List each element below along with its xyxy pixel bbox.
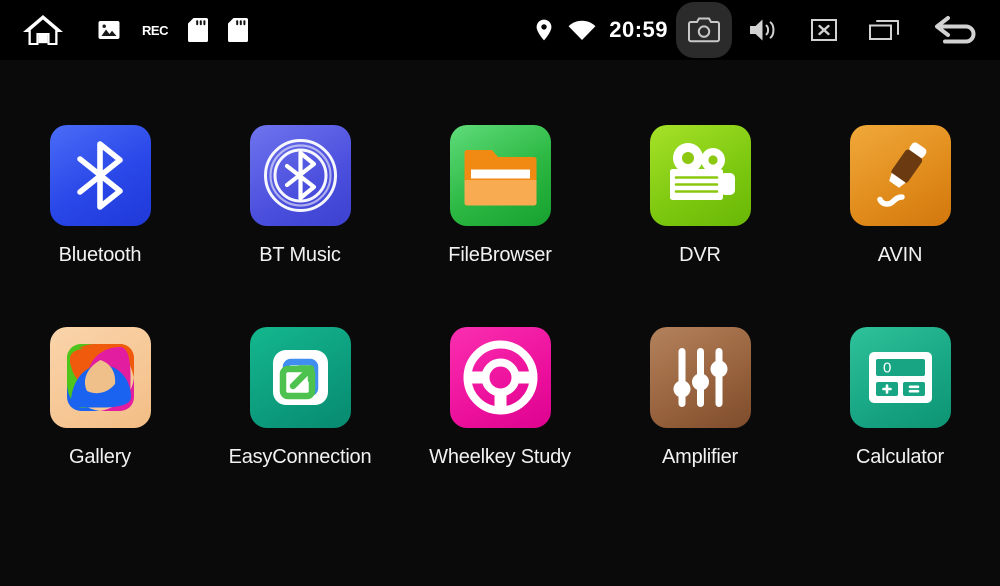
app-label-bluetooth: Bluetooth [58, 244, 142, 266]
app-label-filebrowser: FileBrowser [448, 244, 552, 266]
app-label-calculator: Calculator [855, 446, 945, 468]
status-bar-left-group: REC [0, 0, 258, 60]
gallery-tile[interactable] [49, 327, 151, 428]
recent-apps-icon [869, 20, 899, 40]
location-pin-icon [527, 0, 561, 60]
app-grid: Bluetooth BT Music FileBrowser DVR AVIN … [0, 60, 1000, 586]
app-label-avin: AVIN [877, 244, 923, 266]
wheelkey-tile[interactable] [449, 327, 551, 428]
calculator-icon: 0 [868, 352, 932, 403]
app-item-btmusic[interactable]: BT Music [200, 125, 400, 267]
bt-music-icon [263, 139, 337, 212]
video-camera-icon [669, 143, 735, 200]
avin-tile[interactable] [849, 125, 951, 226]
app-label-dvr: DVR [679, 244, 721, 266]
volume-icon [750, 19, 775, 41]
bluetooth-icon [76, 141, 123, 210]
camera-icon [688, 17, 720, 43]
app-item-avin[interactable]: AVIN [800, 125, 1000, 267]
bt-music-tile[interactable] [249, 125, 351, 226]
dvr-tile[interactable] [649, 125, 751, 226]
app-label-easyconnection: EasyConnection [228, 446, 372, 468]
status-bar: REC 20:59 [0, 0, 1000, 60]
sd-card-2-icon[interactable] [218, 0, 258, 60]
app-item-dvr[interactable]: DVR [600, 125, 800, 267]
rec-label: REC [142, 22, 168, 38]
app-label-gallery: Gallery [69, 446, 131, 468]
rec-icon[interactable]: REC [132, 0, 178, 60]
app-row: Gallery EasyConnection Wheelkey Study Am… [0, 267, 1000, 469]
amplifier-tile[interactable] [649, 327, 751, 428]
back-button[interactable] [914, 0, 1000, 60]
app-item-amplifier[interactable]: Amplifier [600, 327, 800, 469]
screen-share-icon [272, 350, 328, 405]
av-plug-icon [876, 142, 926, 207]
folder-icon [464, 150, 536, 206]
calculator-display: 0 [883, 360, 891, 377]
bluetooth-tile[interactable] [49, 125, 151, 226]
app-label-amplifier: Amplifier [662, 446, 738, 468]
app-item-wheelkey[interactable]: Wheelkey Study [400, 327, 600, 469]
close-button[interactable] [794, 0, 854, 60]
wifi-icon [561, 0, 603, 60]
app-row: Bluetooth BT Music FileBrowser DVR AVIN [0, 60, 1000, 267]
app-item-calculator[interactable]: 0 Calculator [800, 327, 1000, 469]
steering-wheel-icon [463, 340, 537, 415]
app-item-gallery[interactable]: Gallery [0, 327, 200, 469]
volume-button[interactable] [734, 0, 794, 60]
gallery-pinwheel-icon [66, 344, 134, 411]
app-label-wheelkey: Wheelkey Study [429, 446, 571, 468]
home-icon[interactable] [0, 0, 86, 60]
calculator-tile[interactable]: 0 [849, 327, 951, 428]
sd-card-1-icon[interactable] [178, 0, 218, 60]
filebrowser-tile[interactable] [449, 125, 551, 226]
back-icon [935, 16, 976, 44]
clock: 20:59 [609, 17, 668, 42]
camera-button-highlight [676, 2, 732, 58]
app-item-filebrowser[interactable]: FileBrowser [400, 125, 600, 267]
camera-button[interactable] [674, 0, 734, 60]
status-bar-right-group: 20:59 [527, 0, 1000, 60]
app-item-easyconnection[interactable]: EasyConnection [200, 327, 400, 469]
recent-apps-button[interactable] [854, 0, 914, 60]
close-box-icon [811, 19, 837, 41]
photo-icon[interactable] [86, 0, 132, 60]
app-label-btmusic: BT Music [259, 244, 341, 266]
equalizer-icon [673, 348, 727, 407]
easyconnection-tile[interactable] [249, 327, 351, 428]
app-item-bluetooth[interactable]: Bluetooth [0, 125, 200, 267]
